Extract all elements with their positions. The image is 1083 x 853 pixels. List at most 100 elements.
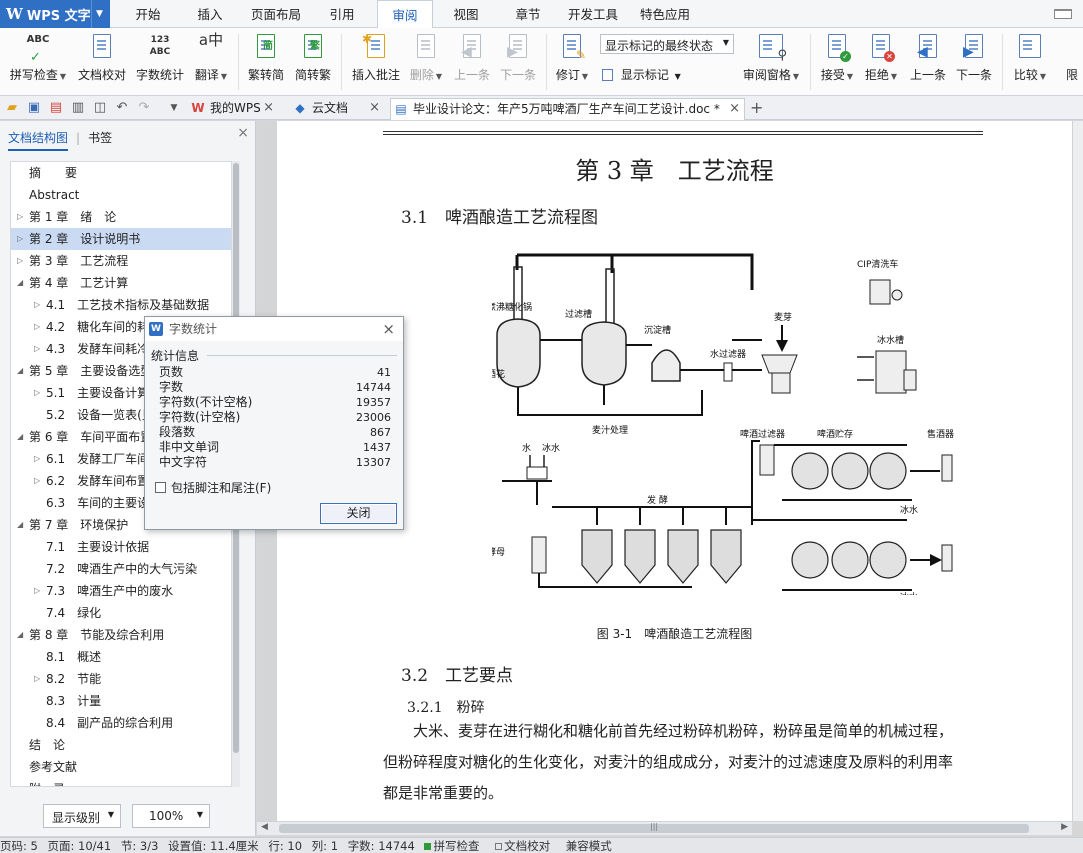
outline-item[interactable]: ▷ 4.1 工艺技术指标及基础数据: [11, 294, 231, 316]
prev-change-button[interactable]: ◀ 上一条: [908, 32, 948, 88]
document-horizontal-scrollbar[interactable]: ◀ ||| ▶: [257, 821, 1072, 835]
outline-item[interactable]: ▷ 8.2 节能: [11, 668, 231, 690]
menu-start[interactable]: 开始: [126, 0, 170, 28]
app-menu-button[interactable]: W WPS 文字 ▼: [0, 0, 110, 28]
menu-developer[interactable]: 开发工具: [562, 0, 624, 28]
expand-arrow-icon[interactable]: ▷: [17, 250, 23, 272]
scroll-left-icon[interactable]: ◀: [261, 822, 268, 832]
outline-item[interactable]: 8.4 副产品的综合利用: [11, 712, 231, 734]
new-tab-icon[interactable]: +: [750, 98, 763, 117]
menu-special[interactable]: 特色应用: [634, 0, 696, 28]
outline-item[interactable]: 结 论: [11, 734, 231, 756]
menu-section[interactable]: 章节: [506, 0, 550, 28]
outline-item[interactable]: 参考文献: [11, 756, 231, 778]
outline-item[interactable]: 8.1 概述: [11, 646, 231, 668]
outline-item[interactable]: 摘 要: [11, 162, 231, 184]
print-preview-icon[interactable]: ◫: [92, 100, 108, 116]
trad-to-simp-button[interactable]: 简 繁转简: [246, 32, 286, 88]
include-footnotes-checkbox[interactable]: 包括脚注和尾注(F): [155, 479, 271, 496]
expand-arrow-icon[interactable]: ▷: [34, 668, 40, 690]
document-vertical-scrollbar[interactable]: [1072, 121, 1083, 821]
tab-current-document[interactable]: ▤ 毕业设计论文：年产5万吨啤酒厂生产车间工艺设计.doc * ×: [390, 98, 745, 120]
outline-item[interactable]: Abstract: [11, 184, 231, 206]
word-count-button[interactable]: 123 ABC 字数统计: [134, 32, 186, 88]
tab-outline[interactable]: 文档结构图: [8, 129, 69, 151]
close-icon[interactable]: ×: [382, 317, 395, 341]
window-minimize-button[interactable]: [1043, 0, 1083, 28]
checkbox-box[interactable]: [155, 482, 166, 493]
collapse-arrow-icon[interactable]: ◢: [17, 426, 23, 448]
save-icon[interactable]: ▣: [26, 100, 42, 116]
tab-my-wps[interactable]: W 我的WPS ×: [188, 98, 278, 120]
tab-cloud-docs[interactable]: ◆ 云文档 ×: [290, 98, 384, 120]
outline-item[interactable]: ◢ 第 8 章 节能及综合利用: [11, 624, 231, 646]
outline-item[interactable]: 7.2 啤酒生产中的大气污染: [11, 558, 231, 580]
reject-button[interactable]: ✕ 拒绝 ▼: [862, 32, 900, 88]
close-icon[interactable]: ×: [369, 98, 380, 118]
expand-arrow-icon[interactable]: ▷: [34, 338, 40, 360]
outline-zoom-select[interactable]: 100% ▼: [132, 804, 210, 828]
menu-review[interactable]: 审阅: [377, 0, 433, 29]
delete-comment-button[interactable]: 删除 ▼: [408, 32, 444, 88]
close-icon[interactable]: ×: [237, 125, 249, 141]
expand-arrow-icon[interactable]: ▷: [34, 580, 40, 602]
insert-comment-button[interactable]: ✱ 插入批注: [350, 32, 402, 88]
outline-item[interactable]: ▷ 第 3 章 工艺流程: [11, 250, 231, 272]
next-change-button[interactable]: ▶ 下一条: [954, 32, 994, 88]
next-comment-button[interactable]: ▶ 下一条: [498, 32, 538, 88]
expand-arrow-icon[interactable]: ▷: [17, 228, 23, 250]
outline-item[interactable]: 附 录: [11, 778, 231, 786]
expand-arrow-icon[interactable]: ▷: [34, 382, 40, 404]
accept-button[interactable]: ✓ 接受 ▼: [818, 32, 856, 88]
menu-insert[interactable]: 插入: [188, 0, 232, 28]
collapse-arrow-icon[interactable]: ◢: [17, 514, 23, 536]
undo-icon[interactable]: ↶: [114, 100, 130, 116]
review-pane-button[interactable]: ⚲ 审阅窗格 ▼: [740, 32, 802, 88]
outline-item[interactable]: ▷ 第 2 章 设计说明书: [11, 228, 231, 250]
redo-icon[interactable]: ↷: [136, 100, 152, 116]
collapse-arrow-icon[interactable]: ◢: [17, 272, 23, 294]
collapse-arrow-icon[interactable]: ◢: [17, 360, 23, 382]
export-pdf-icon[interactable]: ▤: [48, 100, 64, 116]
restrict-editing-button[interactable]: 限: [1066, 32, 1083, 88]
outline-item[interactable]: ▷ 7.3 啤酒生产中的废水: [11, 580, 231, 602]
compare-button[interactable]: 比较 ▼: [1010, 32, 1050, 88]
expand-arrow-icon[interactable]: ▷: [34, 294, 40, 316]
proofread-button[interactable]: 文档校对: [76, 32, 128, 88]
expand-arrow-icon[interactable]: ▷: [17, 206, 23, 228]
menu-page-layout[interactable]: 页面布局: [245, 0, 307, 28]
outline-item[interactable]: ◢ 第 4 章 工艺计算: [11, 272, 231, 294]
spell-check-button[interactable]: ABC ✓ 拼写检查 ▼: [8, 32, 68, 88]
menu-view[interactable]: 视图: [444, 0, 488, 28]
tab-bookmarks[interactable]: 书签: [88, 131, 112, 145]
outline-item[interactable]: ▷ 第 1 章 绪 论: [11, 206, 231, 228]
show-markup-button[interactable]: 显示标记 ▼: [602, 66, 681, 83]
close-icon[interactable]: ×: [263, 98, 274, 118]
quick-access-dropdown-icon[interactable]: ▼: [166, 100, 182, 116]
expand-arrow-icon[interactable]: ▷: [34, 316, 40, 338]
outline-item[interactable]: 8.3 计量: [11, 690, 231, 712]
status-spell-check[interactable]: 拼写检查: [424, 839, 485, 853]
expand-arrow-icon[interactable]: ▷: [34, 448, 40, 470]
close-icon[interactable]: ×: [729, 99, 740, 119]
markup-state-select[interactable]: 显示标记的最终状态 ▼: [600, 34, 734, 54]
outline-item[interactable]: 7.4 绿化: [11, 602, 231, 624]
status-word-count[interactable]: 字数: 14744: [348, 839, 415, 853]
expand-arrow-icon[interactable]: ▷: [34, 470, 40, 492]
print-icon[interactable]: ▥: [70, 100, 86, 116]
translate-button[interactable]: a中 翻译 ▼: [192, 32, 230, 88]
menu-reference[interactable]: 引用: [320, 0, 364, 28]
simp-to-trad-button[interactable]: 繁 简转繁: [292, 32, 334, 88]
status-proofread[interactable]: 文档校对: [495, 839, 556, 853]
scroll-right-icon[interactable]: ▶: [1061, 822, 1068, 832]
prev-comment-button[interactable]: ◀ 上一条: [452, 32, 492, 88]
collapse-arrow-icon[interactable]: ◢: [17, 624, 23, 646]
app-dropdown-icon[interactable]: ▼: [91, 0, 107, 28]
outline-item-label: 结 论: [29, 738, 66, 752]
display-level-select[interactable]: 显示级别 ▼: [43, 804, 121, 828]
outline-item[interactable]: 7.1 主要设计依据: [11, 536, 231, 558]
open-folder-icon[interactable]: ▰: [4, 100, 20, 116]
dialog-titlebar[interactable]: W 字数统计 ×: [145, 317, 403, 341]
track-changes-button[interactable]: ✎ 修订 ▼: [554, 32, 590, 88]
close-dialog-button[interactable]: 关闭: [320, 503, 397, 524]
